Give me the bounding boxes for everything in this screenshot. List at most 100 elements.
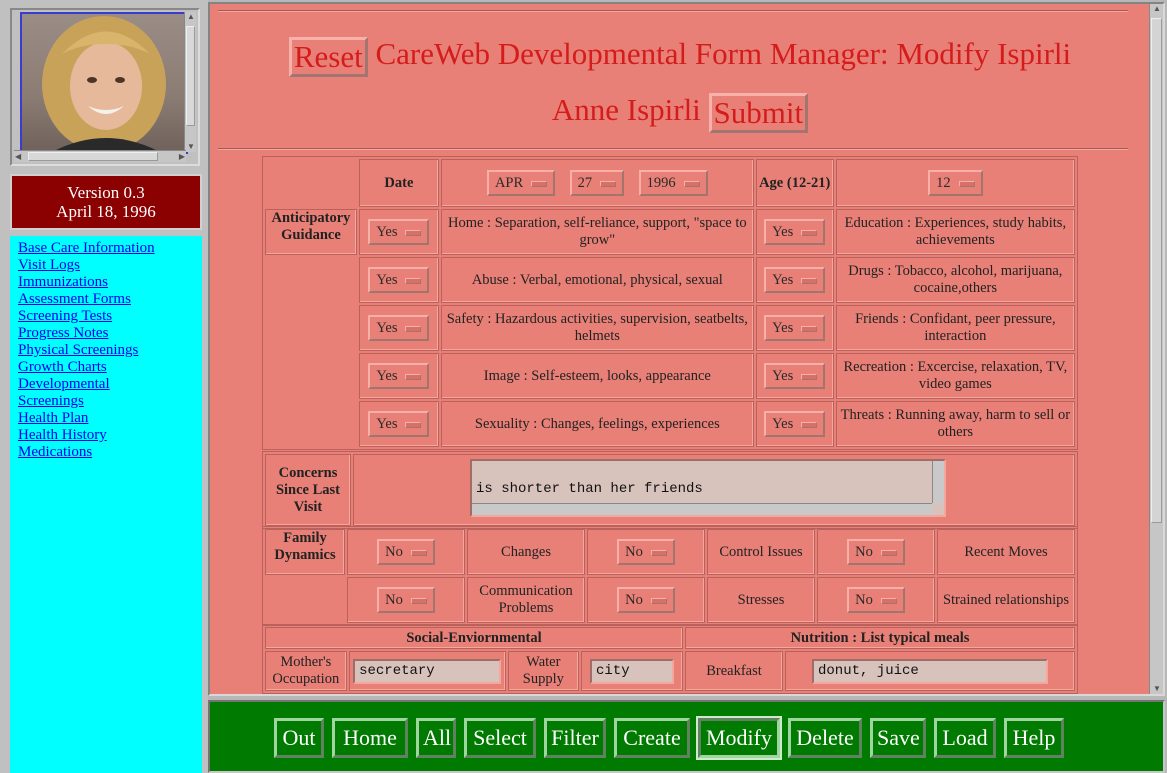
guidance-topic: Safety : Hazardous activities, supervisi… [440,305,754,351]
modify-button[interactable]: Modify [696,716,782,760]
concerns-table: Concerns Since Last Visit is shorter tha… [262,451,1078,529]
day-select[interactable]: 27 [569,170,625,196]
submit-button[interactable]: Submit [708,92,809,133]
nav-link-base-care[interactable]: Base Care Information [18,240,202,257]
family-topic: Control Issues [707,529,815,575]
nav-link-physical-screenings[interactable]: Physical Screenings [18,342,202,359]
title-line: Reset CareWeb Developmental Form Manager… [210,34,1150,77]
control-issues-select[interactable]: No [617,539,675,565]
guidance-topic: Abuse : Verbal, emotional, physical, sex… [440,257,754,303]
nav-link-developmental[interactable]: Developmental [18,376,202,393]
safety-select[interactable]: Yes [368,315,430,341]
home-button[interactable]: Home [332,718,408,758]
guidance-cell: Yes [358,353,439,399]
family-cell: No [817,577,935,623]
recent-moves-select[interactable]: No [847,539,905,565]
guidance-cell: Yes [358,401,439,447]
form-frame: Reset CareWeb Developmental Form Manager… [208,2,1165,696]
family-topic: Changes [467,529,585,575]
family-topic: Communication Problems [467,577,585,623]
reset-button[interactable]: Reset [288,36,368,77]
guidance-topic: Sexuality : Changes, feelings, experienc… [440,401,754,447]
recreation-select[interactable]: Yes [764,363,826,389]
nav-link-screenings[interactable]: Screenings [18,393,202,410]
friends-select[interactable]: Yes [764,315,826,341]
load-button[interactable]: Load [934,718,996,758]
concerns-cell: is shorter than her friends [353,454,1075,526]
concerns-hscroll[interactable] [472,502,932,515]
nav-link-visit-logs[interactable]: Visit Logs [18,257,202,274]
concerns-textarea[interactable]: is shorter than her friends [470,458,946,517]
save-button[interactable]: Save [870,718,926,758]
patient-line: Anne Ispirli Submit [210,90,1150,133]
help-button[interactable]: Help [1004,718,1064,758]
year-select[interactable]: 1996 [638,170,708,196]
strained-select[interactable]: No [847,587,905,613]
out-button[interactable]: Out [274,718,324,758]
family-cell: No [587,529,705,575]
blank-cell [265,401,357,447]
blank-cell [265,577,345,623]
nav-link-screening-tests[interactable]: Screening Tests [18,308,202,325]
guidance-topic: Home : Separation, self-reliance, suppor… [440,209,754,255]
guidance-cell: Yes [358,305,439,351]
divider [218,148,1128,150]
delete-button[interactable]: Delete [788,718,862,758]
form-vertical-scrollbar[interactable]: ▲ ▼ [1149,4,1163,694]
home-select[interactable]: Yes [368,219,430,245]
month-select[interactable]: APR [486,170,556,196]
concerns-label: Concerns Since Last Visit [265,454,351,526]
abuse-select[interactable]: Yes [368,267,430,293]
guidance-cell: Yes [755,353,834,399]
bottom-toolbar: Out Home All Select Filter Create Modify… [208,700,1165,773]
water-supply-input[interactable]: city [590,658,674,684]
family-cell: No [347,529,465,575]
date-selects: APR 27 1996 [440,159,754,207]
filter-button[interactable]: Filter [544,718,606,758]
nav-link-assessment-forms[interactable]: Assessment Forms [18,291,202,308]
social-header: Social-Enviornmental [265,627,683,649]
nav-link-immunizations[interactable]: Immunizations [18,274,202,291]
anticipatory-guidance-label: Anticipatory Guidance [265,209,357,255]
guidance-cell: Yes [358,257,439,303]
patient-name: Anne Ispirli [551,92,701,127]
all-button[interactable]: All [416,718,456,758]
divider-top [218,10,1128,12]
family-topic: Strained relationships [937,577,1075,623]
concerns-text: is shorter than her friends [476,480,703,497]
changes-select[interactable]: No [377,539,435,565]
breakfast-input[interactable]: donut, juice [812,658,1048,684]
date-label: Date [358,159,439,207]
guidance-topic: Education : Experiences, study habits, a… [835,209,1075,255]
photo-horizontal-scrollbar[interactable]: ◀ ▶ [14,150,186,162]
mother-occupation-input[interactable]: secretary [353,658,502,684]
family-topic: Recent Moves [937,529,1075,575]
guidance-topic: Friends : Confidant, peer pressure, inte… [835,305,1075,351]
nav-link-growth-charts[interactable]: Growth Charts [18,359,202,376]
family-dynamics-label: Family Dynamics [265,529,345,575]
age-select[interactable]: 12 [928,170,983,196]
communication-select[interactable]: No [377,587,435,613]
nav-link-medications[interactable]: Medications [18,444,202,461]
concerns-vscroll[interactable] [932,460,944,503]
version-box: Version 0.3 April 18, 1996 [10,174,202,230]
threats-select[interactable]: Yes [764,411,826,437]
family-cell: No [347,577,465,623]
create-button[interactable]: Create [614,718,690,758]
image-select[interactable]: Yes [368,363,430,389]
photo-vertical-scrollbar[interactable]: ▲ ▼ [184,12,196,152]
blank-cell [265,159,357,207]
stresses-select[interactable]: No [617,587,675,613]
education-select[interactable]: Yes [764,219,826,245]
select-button[interactable]: Select [464,718,536,758]
mother-cell: secretary [348,651,506,691]
family-table: Family Dynamics No Changes No Control Is… [262,526,1078,626]
family-cell: No [817,529,935,575]
nav-link-health-history[interactable]: Health History [18,427,202,444]
nav-link-progress-notes[interactable]: Progress Notes [18,325,202,342]
sexuality-select[interactable]: Yes [368,411,430,437]
nav-link-health-plan[interactable]: Health Plan [18,410,202,427]
version-label: Version 0.3 [67,183,145,202]
drugs-select[interactable]: Yes [764,267,826,293]
age-cell: 12 [835,159,1075,207]
